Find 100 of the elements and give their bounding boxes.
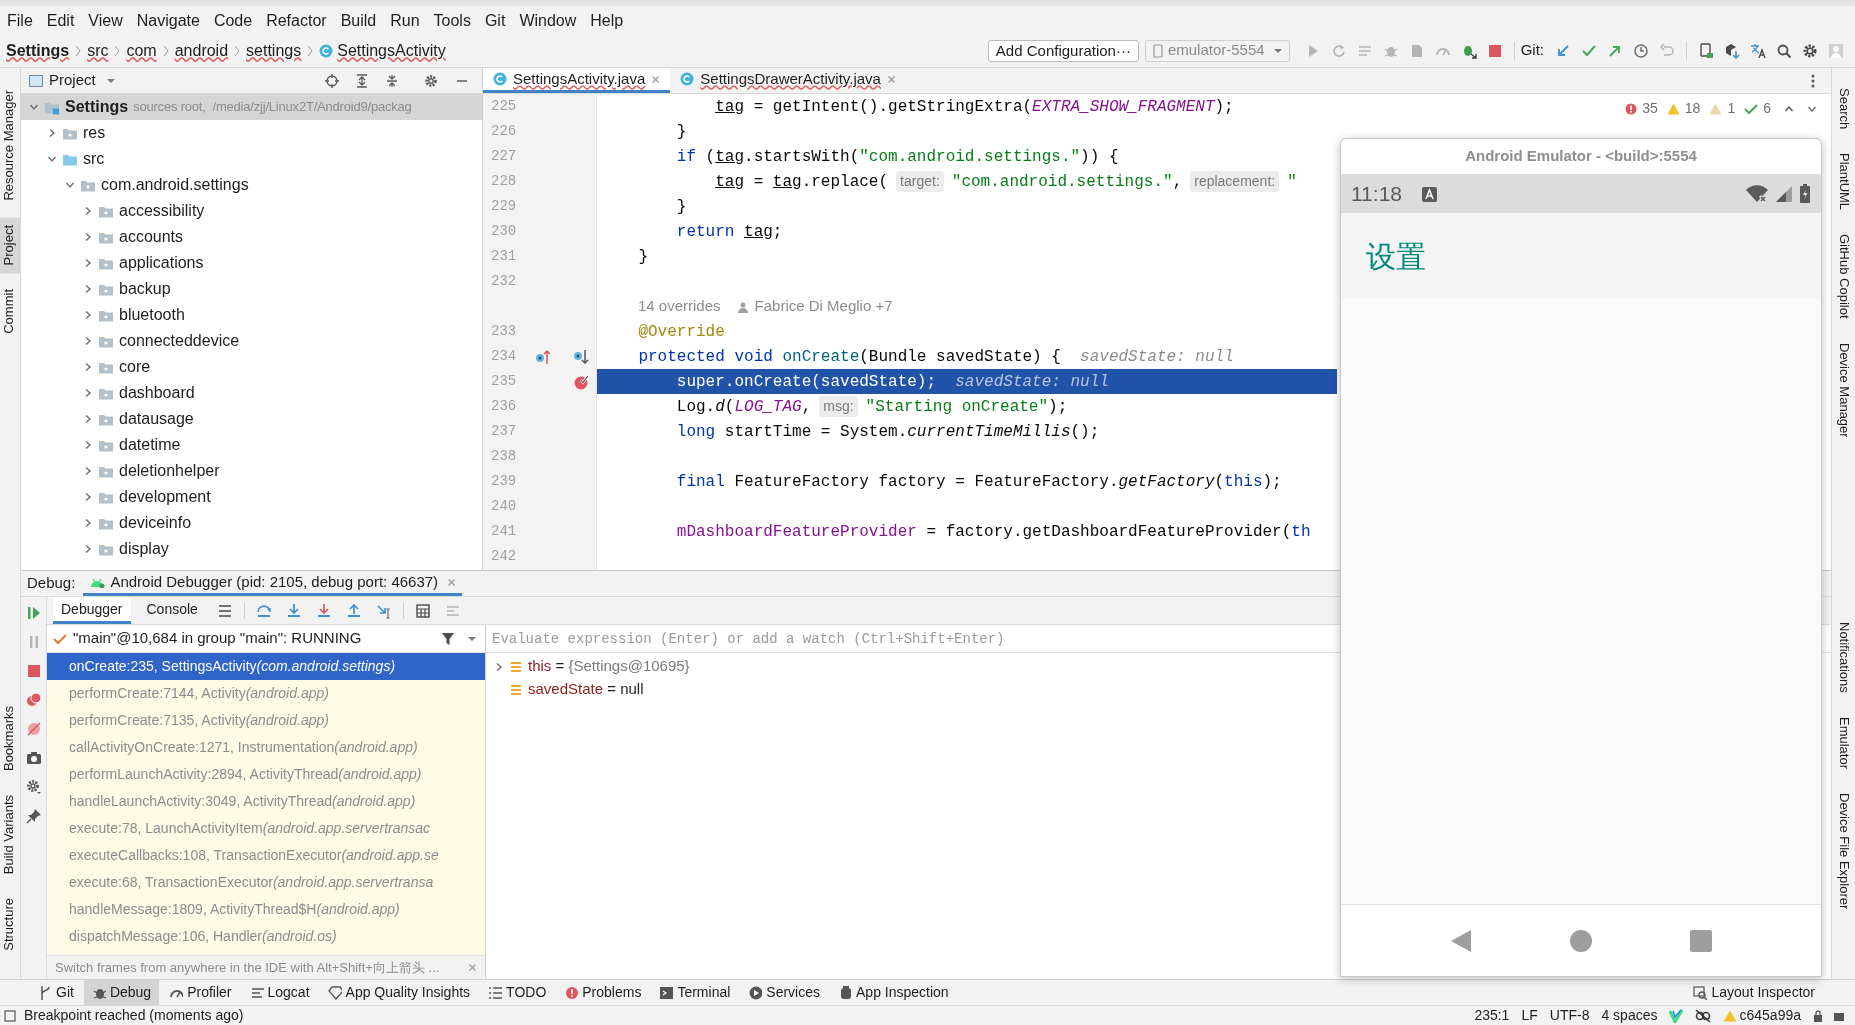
menu-item[interactable]: Navigate xyxy=(129,11,207,31)
evaluate-expression-field[interactable]: Evaluate expression (Enter) or add a watch (Ctrl+Shift+Enter) xyxy=(492,625,1825,652)
tool-window-tab[interactable]: Layout Inspector xyxy=(1693,982,1815,1003)
translate-icon[interactable] xyxy=(1750,42,1766,59)
back-icon[interactable] xyxy=(1450,928,1472,953)
tool-window-tab[interactable]: Emulator xyxy=(1833,708,1853,777)
menu-item[interactable]: Tools xyxy=(426,11,478,31)
debugger-tab[interactable]: Console xyxy=(138,597,206,624)
collapse-all-icon[interactable] xyxy=(385,73,399,88)
pin-icon[interactable] xyxy=(25,808,42,824)
menu-icon[interactable] xyxy=(216,602,233,619)
settings-icon[interactable] xyxy=(25,779,42,795)
tool-window-tab[interactable]: Problems xyxy=(556,980,650,1005)
tree-item[interactable]: connecteddevice xyxy=(21,328,482,354)
copilot-off-icon[interactable] xyxy=(1695,1008,1712,1023)
chevron-icon[interactable] xyxy=(83,388,93,398)
clock-icon[interactable] xyxy=(1633,42,1649,59)
usages-link[interactable]: 14 overrides xyxy=(638,295,721,318)
menu-item[interactable]: Build xyxy=(333,11,384,31)
tree-item[interactable]: datausage xyxy=(21,406,482,432)
menu-item[interactable]: View xyxy=(81,11,130,31)
tool-window-tab[interactable]: Services xyxy=(740,980,828,1005)
device-icon[interactable] xyxy=(1698,42,1714,59)
warning-count[interactable]: 18 xyxy=(1684,98,1701,119)
chevron-icon[interactable] xyxy=(494,661,504,672)
tool-window-tab[interactable]: Git xyxy=(30,980,82,1005)
home-icon[interactable] xyxy=(1570,929,1592,952)
editor-tab[interactable]: SettingsDrawerActivity.java xyxy=(670,68,906,93)
tree-item[interactable]: deletionhelper xyxy=(21,458,482,484)
debugger-tab[interactable]: Debugger xyxy=(53,597,131,624)
chevron-icon[interactable] xyxy=(83,544,93,554)
tree-item[interactable]: deviceinfo xyxy=(21,510,482,536)
menu-item[interactable]: Git xyxy=(477,11,513,31)
tool-window-tab[interactable]: Logcat xyxy=(241,980,318,1005)
filter-icon[interactable] xyxy=(441,631,455,646)
tool-window-tab[interactable]: Commit xyxy=(0,281,20,342)
breadcrumb-item[interactable]: Settings xyxy=(6,38,70,63)
variable-value[interactable]: this = {Settings@10695} xyxy=(528,655,690,678)
override-up-icon[interactable] xyxy=(535,348,551,365)
caret-icon[interactable] xyxy=(105,76,116,85)
tool-window-tab[interactable]: Resource Manager xyxy=(0,82,20,209)
breadcrumb-item[interactable]: com xyxy=(126,38,157,63)
chevron-up-icon[interactable] xyxy=(1784,103,1794,114)
menu-item[interactable]: Code xyxy=(206,11,260,31)
tree-item[interactable]: datetime xyxy=(21,432,482,458)
chevron-icon[interactable] xyxy=(65,180,75,190)
tool-window-tab[interactable]: Structure xyxy=(0,890,20,959)
stack-frame[interactable]: onCreate:235, SettingsActivity(com.android.settings) xyxy=(47,653,485,680)
tree-item[interactable]: dashboard xyxy=(21,380,482,406)
weak-warning-count[interactable]: 1 xyxy=(1727,98,1736,119)
close-icon[interactable] xyxy=(886,74,896,84)
tree-item[interactable]: bluetooth xyxy=(21,302,482,328)
breadcrumb-item[interactable]: android xyxy=(174,38,229,63)
breakpoints-icon[interactable] xyxy=(25,692,42,708)
tool-window-tab[interactable]: Terminal xyxy=(651,980,739,1005)
vim-icon[interactable] xyxy=(1669,1008,1684,1023)
editor-tab[interactable]: SettingsActivity.java xyxy=(483,68,671,93)
breakpoint-icon[interactable] xyxy=(573,373,589,390)
breadcrumb-item[interactable]: src xyxy=(87,38,109,63)
git-branch[interactable]: c645a99a xyxy=(1739,1005,1809,1025)
chevron-icon[interactable] xyxy=(83,310,93,320)
chevron-icon[interactable] xyxy=(83,206,93,216)
tool-window-tab[interactable]: PlantUML xyxy=(1833,145,1853,219)
resume-icon[interactable] xyxy=(25,605,42,621)
thread-selector[interactable]: "main"@10,684 in group "main": RUNNING xyxy=(73,627,435,650)
chevron-icon[interactable] xyxy=(83,336,93,346)
chevron-icon[interactable] xyxy=(83,232,93,242)
tool-window-tab[interactable]: Device Manager xyxy=(1833,334,1853,446)
tree-item[interactable]: Settings sources root, /media/zjj/Linux2T/Android9/packag xyxy=(21,94,482,120)
chevron-icon[interactable] xyxy=(83,518,93,528)
add-configuration-button[interactable]: Add Configuration··· xyxy=(987,39,1139,62)
status-item[interactable]: LF xyxy=(1515,1005,1544,1025)
chevron-icon[interactable] xyxy=(83,284,93,294)
lock-icon[interactable] xyxy=(1813,1009,1823,1022)
menu-item[interactable]: Window xyxy=(512,11,584,31)
chevron-icon[interactable] xyxy=(47,128,57,138)
tree-item[interactable]: accessibility xyxy=(21,198,482,224)
tree-item[interactable]: core xyxy=(21,354,482,380)
step-into-icon[interactable] xyxy=(285,602,302,619)
chevron-icon[interactable] xyxy=(83,466,93,476)
typo-count[interactable]: 6 xyxy=(1763,98,1771,119)
status-item[interactable]: 4 spaces xyxy=(1595,1005,1664,1025)
locate-icon[interactable] xyxy=(325,73,339,88)
chevron-icon[interactable] xyxy=(83,492,93,502)
chevron-icon[interactable] xyxy=(83,414,93,424)
menu-item[interactable]: Run xyxy=(383,11,427,31)
calculator-icon[interactable] xyxy=(414,602,431,619)
run-to-cursor-icon[interactable] xyxy=(375,602,392,619)
panel-toggle-icon[interactable] xyxy=(4,1009,16,1022)
tool-window-tab[interactable]: Debug xyxy=(83,980,160,1005)
tool-window-tab[interactable]: Notifications xyxy=(1833,613,1853,701)
update-arrow-icon[interactable] xyxy=(1555,42,1571,59)
tool-window-tab[interactable]: App Inspection xyxy=(830,980,957,1005)
tree-item[interactable]: res xyxy=(21,120,482,146)
settings-icon[interactable] xyxy=(424,73,438,88)
mute-breakpoints-icon[interactable] xyxy=(25,721,42,737)
tool-window-tab[interactable]: TODO xyxy=(480,980,555,1005)
tool-window-tab[interactable]: GitHub Copilot xyxy=(1833,226,1853,327)
menu-item[interactable]: File xyxy=(0,11,40,31)
force-step-into-icon[interactable] xyxy=(315,602,332,619)
